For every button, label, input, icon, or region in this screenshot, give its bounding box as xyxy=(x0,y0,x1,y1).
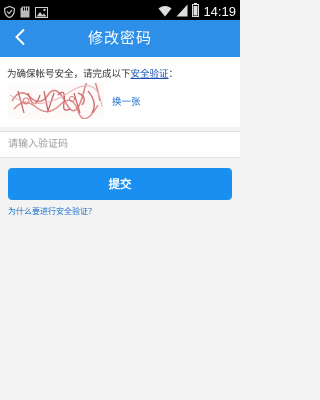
signal-icon xyxy=(176,2,188,21)
title-bar: 修改密码 xyxy=(0,20,240,57)
captcha-input[interactable] xyxy=(0,132,240,157)
status-bar: 14:19 xyxy=(0,0,240,20)
status-bar-right: 14:19 xyxy=(158,2,236,21)
captcha-input-row xyxy=(0,131,240,158)
why-verification-link[interactable]: 为什么要进行安全验证？ xyxy=(8,206,96,217)
prompt-suffix: ： xyxy=(168,69,179,80)
status-time: 14:19 xyxy=(203,3,236,19)
page-title: 修改密码 xyxy=(87,29,152,47)
security-prompt: 为确保帐号安全，请完成以下安全验证： xyxy=(7,66,178,80)
refresh-captcha-link[interactable]: 换一张 xyxy=(112,94,141,108)
submit-button[interactable]: 提交 xyxy=(8,168,232,200)
back-button[interactable] xyxy=(6,24,34,53)
captcha-section: 为确保帐号安全，请完成以下安全验证： 换一张 xyxy=(0,57,240,127)
captcha-image[interactable] xyxy=(8,76,104,120)
prompt-text: 为确保帐号安全，请完成以下 xyxy=(7,69,131,80)
wifi-icon xyxy=(158,2,172,21)
security-verification-link[interactable]: 安全验证 xyxy=(131,69,169,80)
chevron-left-icon xyxy=(14,28,26,50)
battery-icon xyxy=(192,2,200,21)
